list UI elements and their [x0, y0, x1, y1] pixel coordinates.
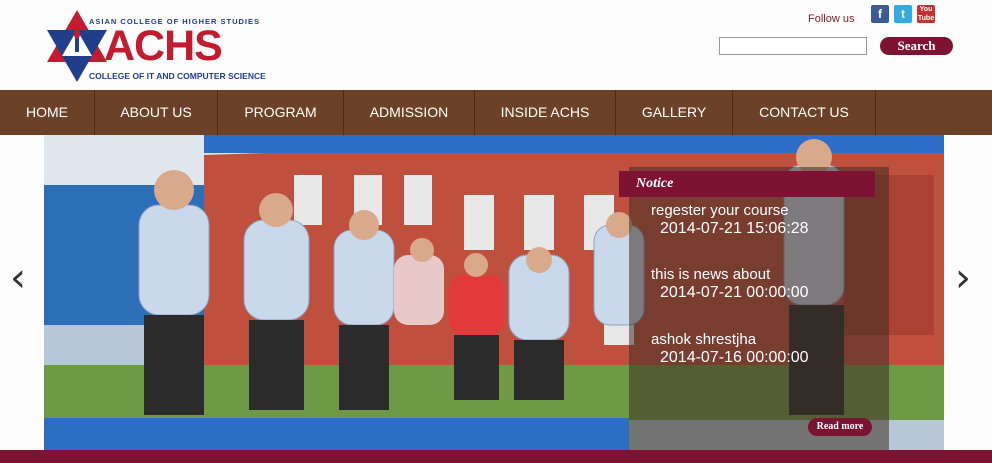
image-slider: Notice regester your course 2014-07-21 1…	[44, 135, 944, 450]
nav-item-admission[interactable]: ADMISSION	[344, 90, 475, 135]
search-input[interactable]	[719, 37, 867, 55]
nav-item-program[interactable]: PROGRAM	[218, 90, 344, 135]
notice-item-date: 2014-07-16 00:00:00	[660, 349, 809, 366]
notice-item[interactable]: ashok shrestjha 2014-07-16 00:00:00	[651, 331, 809, 367]
notice-item[interactable]: this is news about 2014-07-21 00:00:00	[651, 266, 809, 302]
notice-item-title: ashok shrestjha	[651, 331, 757, 348]
notice-header: Notice	[619, 171, 875, 197]
notice-item-date: 2014-07-21 15:06:28	[660, 220, 809, 237]
nav-item-inside-achs[interactable]: INSIDE ACHS	[475, 90, 616, 135]
twitter-icon[interactable]: t	[894, 5, 912, 23]
footer-strip	[0, 450, 992, 463]
notice-item-title: regester your course	[651, 202, 789, 219]
main-nav: HOME ABOUT US PROGRAM ADMISSION INSIDE A…	[0, 90, 992, 135]
nav-item-home[interactable]: HOME	[0, 90, 95, 135]
nav-item-about-us[interactable]: ABOUT US	[95, 90, 218, 135]
nav-item-gallery[interactable]: GALLERY	[616, 90, 733, 135]
notice-item-date: 2014-07-21 00:00:00	[660, 284, 809, 301]
notice-item[interactable]: regester your course 2014-07-21 15:06:28	[651, 202, 809, 238]
youtube-icon[interactable]: You Tube	[917, 5, 935, 23]
logo-brand-text: ACHS	[104, 22, 223, 70]
header: ASIAN COLLEGE OF HIGHER STUDIES ACHS COL…	[0, 0, 992, 90]
notice-title: Notice	[636, 176, 674, 191]
facebook-icon[interactable]: f	[871, 5, 889, 23]
notice-item-title: this is news about	[651, 266, 771, 283]
achs-logo[interactable]: ASIAN COLLEGE OF HIGHER STUDIES ACHS COL…	[47, 10, 266, 86]
slider-caption-bar	[44, 418, 629, 450]
slider-prev-arrow-icon[interactable]: ‹	[10, 258, 26, 298]
logo-bottom-text: COLLEGE OF IT AND COMPUTER SCIENCE	[89, 71, 266, 81]
follow-us-label: Follow us	[808, 13, 855, 25]
read-more-button[interactable]: Read more	[808, 418, 872, 436]
slider-next-arrow-icon[interactable]: ›	[955, 258, 971, 298]
nav-item-contact-us[interactable]: CONTACT US	[733, 90, 876, 135]
search-button[interactable]: Search	[880, 37, 953, 55]
